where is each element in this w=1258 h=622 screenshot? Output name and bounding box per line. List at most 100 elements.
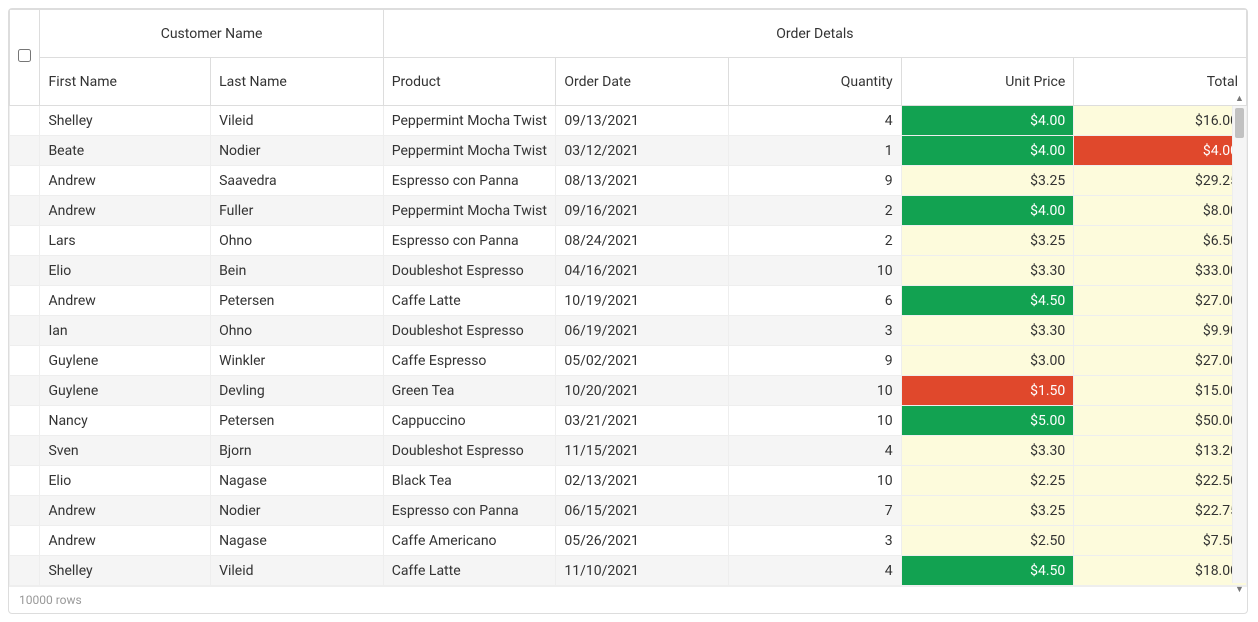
scrollbar-thumb[interactable] bbox=[1235, 108, 1244, 138]
cell-product[interactable]: Peppermint Mocha Twist bbox=[383, 136, 556, 166]
cell-quantity[interactable]: 10 bbox=[728, 376, 901, 406]
cell-total[interactable]: $50.00 bbox=[1074, 406, 1247, 436]
cell-unitprice[interactable]: $5.00 bbox=[901, 406, 1074, 436]
cell-firstname[interactable]: Lars bbox=[40, 226, 211, 256]
row-select-cell[interactable] bbox=[10, 196, 40, 226]
cell-product[interactable]: Doubleshot Espresso bbox=[383, 436, 556, 466]
table-row[interactable]: ElioNagaseBlack Tea02/13/202110$2.25$22.… bbox=[10, 466, 1247, 496]
row-select-cell[interactable] bbox=[10, 406, 40, 436]
cell-total[interactable]: $8.00 bbox=[1074, 196, 1247, 226]
table-row[interactable]: AndrewSaavedraEspresso con Panna08/13/20… bbox=[10, 166, 1247, 196]
cell-quantity[interactable]: 4 bbox=[728, 556, 901, 586]
cell-unitprice[interactable]: $3.30 bbox=[901, 316, 1074, 346]
cell-lastname[interactable]: Bein bbox=[211, 256, 384, 286]
cell-product[interactable]: Caffe Latte bbox=[383, 556, 556, 586]
cell-orderdate[interactable]: 04/16/2021 bbox=[556, 256, 729, 286]
table-row[interactable]: AndrewNagaseCaffe Americano05/26/20213$2… bbox=[10, 526, 1247, 556]
row-select-cell[interactable] bbox=[10, 256, 40, 286]
cell-lastname[interactable]: Nodier bbox=[211, 496, 384, 526]
row-select-cell[interactable] bbox=[10, 136, 40, 166]
cell-orderdate[interactable]: 05/02/2021 bbox=[556, 346, 729, 376]
cell-firstname[interactable]: Guylene bbox=[40, 376, 211, 406]
cell-total[interactable]: $27.00 bbox=[1074, 346, 1247, 376]
cell-orderdate[interactable]: 02/13/2021 bbox=[556, 466, 729, 496]
cell-quantity[interactable]: 3 bbox=[728, 316, 901, 346]
cell-orderdate[interactable]: 06/19/2021 bbox=[556, 316, 729, 346]
row-select-cell[interactable] bbox=[10, 316, 40, 346]
row-select-cell[interactable] bbox=[10, 436, 40, 466]
vertical-scrollbar[interactable]: ▲ ▼ bbox=[1232, 106, 1246, 583]
cell-lastname[interactable]: Nagase bbox=[211, 466, 384, 496]
row-select-cell[interactable] bbox=[10, 106, 40, 136]
cell-quantity[interactable]: 2 bbox=[728, 196, 901, 226]
row-select-cell[interactable] bbox=[10, 526, 40, 556]
table-row[interactable]: AndrewNodierEspresso con Panna06/15/2021… bbox=[10, 496, 1247, 526]
cell-quantity[interactable]: 2 bbox=[728, 226, 901, 256]
cell-total[interactable]: $29.25 bbox=[1074, 166, 1247, 196]
cell-total[interactable]: $18.00 bbox=[1074, 556, 1247, 586]
table-row[interactable]: AndrewFullerPeppermint Mocha Twist09/16/… bbox=[10, 196, 1247, 226]
cell-total[interactable]: $27.00 bbox=[1074, 286, 1247, 316]
cell-quantity[interactable]: 10 bbox=[728, 256, 901, 286]
cell-total[interactable]: $9.90 bbox=[1074, 316, 1247, 346]
cell-lastname[interactable]: Petersen bbox=[211, 286, 384, 316]
cell-quantity[interactable]: 10 bbox=[728, 466, 901, 496]
cell-quantity[interactable]: 1 bbox=[728, 136, 901, 166]
cell-firstname[interactable]: Andrew bbox=[40, 526, 211, 556]
row-select-cell[interactable] bbox=[10, 286, 40, 316]
cell-firstname[interactable]: Nancy bbox=[40, 406, 211, 436]
column-header-product[interactable]: Product bbox=[383, 58, 556, 106]
column-group-order[interactable]: Order Detals bbox=[383, 10, 1246, 58]
cell-unitprice[interactable]: $1.50 bbox=[901, 376, 1074, 406]
cell-lastname[interactable]: Vileid bbox=[211, 556, 384, 586]
row-select-cell[interactable] bbox=[10, 346, 40, 376]
cell-unitprice[interactable]: $3.30 bbox=[901, 256, 1074, 286]
cell-unitprice[interactable]: $2.25 bbox=[901, 466, 1074, 496]
cell-orderdate[interactable]: 09/16/2021 bbox=[556, 196, 729, 226]
cell-firstname[interactable]: Guylene bbox=[40, 346, 211, 376]
cell-product[interactable]: Black Tea bbox=[383, 466, 556, 496]
select-all-header[interactable] bbox=[10, 10, 40, 106]
cell-quantity[interactable]: 6 bbox=[728, 286, 901, 316]
cell-unitprice[interactable]: $4.00 bbox=[901, 196, 1074, 226]
table-row[interactable]: LarsOhnoEspresso con Panna08/24/20212$3.… bbox=[10, 226, 1247, 256]
cell-quantity[interactable]: 7 bbox=[728, 496, 901, 526]
cell-unitprice[interactable]: $3.25 bbox=[901, 166, 1074, 196]
cell-unitprice[interactable]: $4.50 bbox=[901, 556, 1074, 586]
cell-orderdate[interactable]: 06/15/2021 bbox=[556, 496, 729, 526]
cell-unitprice[interactable]: $4.00 bbox=[901, 106, 1074, 136]
cell-product[interactable]: Espresso con Panna bbox=[383, 226, 556, 256]
cell-total[interactable]: $7.50 bbox=[1074, 526, 1247, 556]
scroll-down-arrow-icon[interactable]: ▼ bbox=[1233, 583, 1246, 597]
column-header-orderdate[interactable]: Order Date bbox=[556, 58, 729, 106]
cell-firstname[interactable]: Andrew bbox=[40, 196, 211, 226]
column-header-unitprice[interactable]: Unit Price bbox=[901, 58, 1074, 106]
table-row[interactable]: NancyPetersenCappuccino03/21/202110$5.00… bbox=[10, 406, 1247, 436]
cell-orderdate[interactable]: 05/26/2021 bbox=[556, 526, 729, 556]
table-row[interactable]: ShelleyVileidPeppermint Mocha Twist09/13… bbox=[10, 106, 1247, 136]
row-select-cell[interactable] bbox=[10, 226, 40, 256]
cell-quantity[interactable]: 4 bbox=[728, 436, 901, 466]
table-row[interactable]: ElioBeinDoubleshot Espresso04/16/202110$… bbox=[10, 256, 1247, 286]
cell-total[interactable]: $4.00 bbox=[1074, 136, 1247, 166]
row-select-cell[interactable] bbox=[10, 496, 40, 526]
table-row[interactable]: GuyleneDevlingGreen Tea10/20/202110$1.50… bbox=[10, 376, 1247, 406]
cell-unitprice[interactable]: $3.25 bbox=[901, 226, 1074, 256]
cell-firstname[interactable]: Shelley bbox=[40, 556, 211, 586]
cell-orderdate[interactable]: 10/19/2021 bbox=[556, 286, 729, 316]
row-select-cell[interactable] bbox=[10, 466, 40, 496]
cell-quantity[interactable]: 10 bbox=[728, 406, 901, 436]
cell-firstname[interactable]: Elio bbox=[40, 256, 211, 286]
cell-product[interactable]: Espresso con Panna bbox=[383, 166, 556, 196]
cell-quantity[interactable]: 9 bbox=[728, 346, 901, 376]
cell-lastname[interactable]: Fuller bbox=[211, 196, 384, 226]
cell-product[interactable]: Green Tea bbox=[383, 376, 556, 406]
cell-firstname[interactable]: Beate bbox=[40, 136, 211, 166]
select-all-checkbox[interactable] bbox=[18, 49, 31, 62]
table-row[interactable]: BeateNodierPeppermint Mocha Twist03/12/2… bbox=[10, 136, 1247, 166]
cell-total[interactable]: $15.00 bbox=[1074, 376, 1247, 406]
cell-product[interactable]: Doubleshot Espresso bbox=[383, 316, 556, 346]
column-header-lastname[interactable]: Last Name bbox=[211, 58, 384, 106]
cell-product[interactable]: Caffe Latte bbox=[383, 286, 556, 316]
row-select-cell[interactable] bbox=[10, 376, 40, 406]
